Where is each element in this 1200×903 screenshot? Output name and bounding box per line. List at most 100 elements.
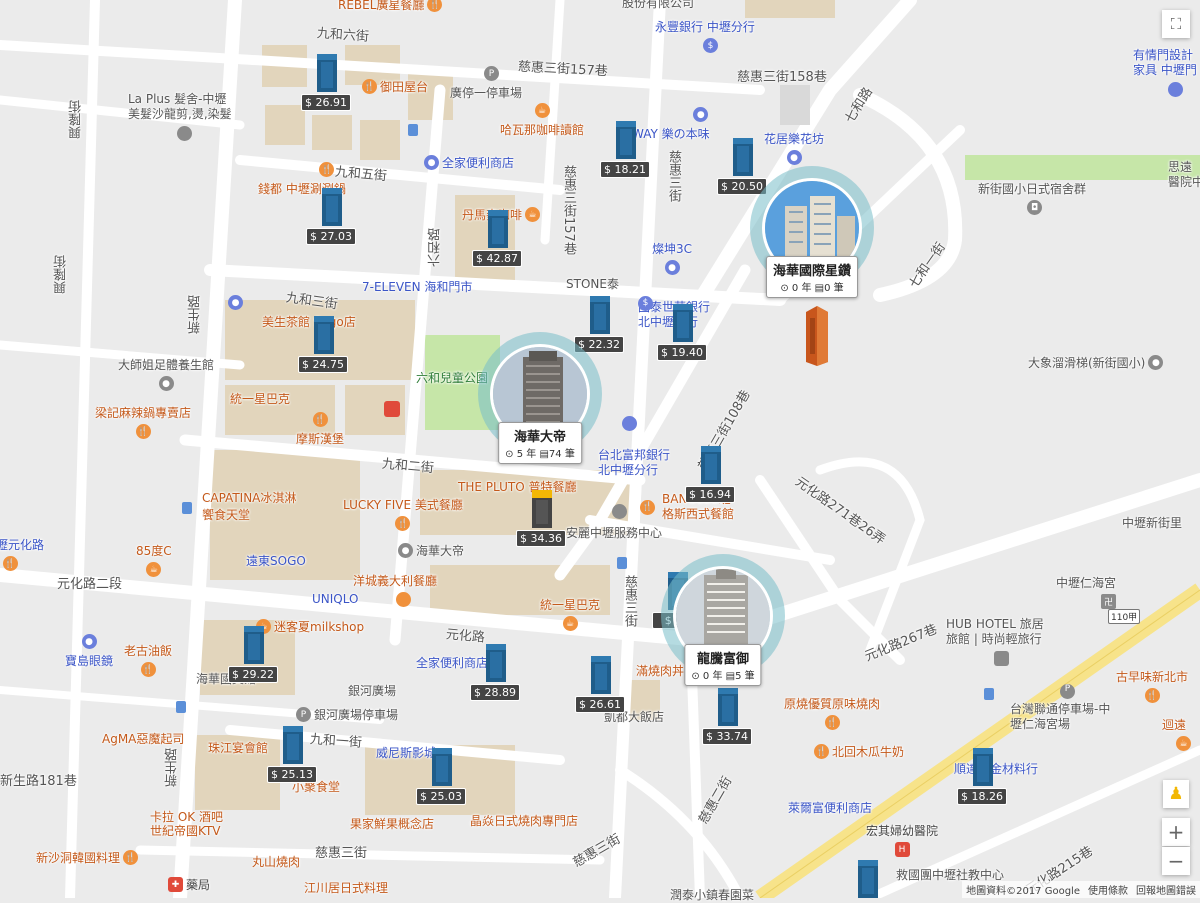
- document-icon: ▤: [539, 449, 549, 460]
- poi-convenience-store[interactable]: 萊爾富便利商店: [788, 799, 872, 816]
- fork-knife-icon: 🍴: [640, 500, 655, 515]
- poi-convenience-store[interactable]: 7-ELEVEN 海和門市: [362, 278, 472, 295]
- poi-hospital[interactable]: 宏其婦幼醫院 H: [866, 822, 938, 857]
- poi-store[interactable]: 花居樂花坊 ●: [764, 130, 824, 165]
- poi-convenience-store[interactable]: ● 全家便利商店: [424, 154, 514, 171]
- price-marker[interactable]: $ 33.74: [702, 686, 756, 750]
- poi-landmark[interactable]: 新街國小日式宿舍群 ◘: [978, 180, 1086, 215]
- price-marker[interactable]: $ 25.03: [416, 746, 470, 810]
- poi-restaurant[interactable]: 洋城義大利餐廳: [353, 572, 437, 589]
- poi-restaurant[interactable]: 🍴 北回木瓜牛奶: [814, 743, 904, 760]
- poi-place[interactable]: 潤泰小鎮春園菜: [670, 886, 754, 903]
- featured-listing[interactable]: 海華大帝 ⊙ 5 年 ▤74 筆: [478, 332, 602, 464]
- shopping-bag-icon: ●: [693, 107, 709, 122]
- poi-fruit-shop[interactable]: 果家鮮果概念店: [350, 815, 434, 832]
- price-marker[interactable]: $ 26.61: [575, 654, 629, 718]
- price-marker[interactable]: $ 26.91: [301, 52, 355, 116]
- poi-place[interactable]: 股份有限公司: [622, 0, 694, 11]
- poi-playground[interactable]: 大象溜滑梯(新街國小) ●: [1028, 354, 1164, 371]
- poi-district[interactable]: 中壢新街里: [1122, 514, 1182, 531]
- price-marker[interactable]: $ 19.40: [657, 302, 711, 366]
- poi-salon[interactable]: La Plus 髮舍-中壢 美髮沙龍剪,燙,染髮: [128, 92, 232, 122]
- listing-card[interactable]: 海華大帝 ⊙ 5 年 ▤74 筆: [498, 422, 582, 464]
- poi-bakery[interactable]: 85度C ☕: [136, 542, 172, 577]
- price-marker[interactable]: $ 25.13: [267, 724, 321, 788]
- street-view-pegman[interactable]: ♟: [1163, 780, 1189, 808]
- poi-bank[interactable]: 永豐銀行 中壢分行 $: [655, 18, 755, 53]
- poi-restaurant[interactable]: 🍴 御田屋台: [362, 78, 428, 95]
- poi-hospital[interactable]: 思遠 醫院中: [1168, 160, 1200, 190]
- poi-restaurant[interactable]: 新沙洞韓國料理 🍴: [36, 849, 139, 866]
- poi-parking[interactable]: 台灣聯通停車場-中 壢仁海宮場: [1010, 702, 1110, 732]
- building-marker[interactable]: [842, 858, 896, 898]
- poi-building[interactable]: ● 海華大帝: [398, 542, 464, 559]
- poi-spa[interactable]: 大師姐足體養生館 ●: [118, 356, 214, 391]
- price-marker[interactable]: $ 29.22: [228, 624, 282, 688]
- poi-restaurant[interactable]: LUCKY FIVE 美式餐廳 🍴: [343, 496, 463, 531]
- poi-restaurant[interactable]: 丸山燒肉: [252, 853, 300, 870]
- poi-cafe[interactable]: 統一星巴克 ☕: [540, 596, 600, 631]
- building-icon: [317, 54, 337, 92]
- fork-knife-icon: 🍴: [362, 79, 377, 94]
- poi-ktv[interactable]: 卡拉 OK 酒吧 世紀帝國KTV: [150, 810, 223, 838]
- poi-service-center[interactable]: 安麗中壢服務中心: [566, 524, 662, 541]
- poi-department-store[interactable]: 遠東SOGO: [246, 552, 306, 569]
- poi-optical-store[interactable]: ● 寶島眼鏡: [65, 634, 113, 669]
- poi-restaurant[interactable]: 原燒優質原味燒肉 🍴: [784, 695, 880, 730]
- poi-restaurant[interactable]: 老古油飯 🍴: [124, 642, 172, 677]
- poi-restaurant[interactable]: 古早味新北市 🍴: [1116, 668, 1188, 703]
- poi-restaurant[interactable]: 江川居日式料理: [304, 879, 388, 896]
- poi-ice-cream[interactable]: CAPATINA冰淇淋 饗食天堂: [202, 490, 296, 524]
- parking-icon: P: [1060, 684, 1075, 699]
- map-canvas[interactable]: 九和六街 慈惠三街157巷 慈惠三街158巷 七和路 九和五街 慈惠三街157巷…: [0, 0, 1200, 902]
- price-label: $ 42.87: [472, 250, 522, 267]
- poi-hotel[interactable]: HUB HOTEL 旅居 旅館 | 時尚輕旅行: [946, 617, 1044, 647]
- listing-card[interactable]: 海華國際星鑽 ⊙ 0 年 ▤0 筆: [765, 256, 859, 298]
- poi-place[interactable]: STONE泰: [566, 275, 619, 292]
- terms-link[interactable]: 使用條款: [1088, 882, 1128, 897]
- price-marker[interactable]: $ 16.94: [685, 444, 739, 508]
- poi-restaurant[interactable]: AgMA惡魔起司: [102, 730, 184, 747]
- listing-card[interactable]: 龍騰富御 ⊙ 0 年 ▤5 筆: [684, 644, 762, 686]
- poi-cafe[interactable]: 統一星巴克: [230, 390, 290, 407]
- featured-listing[interactable]: 龍騰富御 ⊙ 0 年 ▤5 筆: [661, 554, 785, 686]
- road-label: 新生路181巷: [0, 774, 77, 789]
- poi-parking[interactable]: P 銀河廣場停車場: [296, 706, 398, 723]
- poi-parking[interactable]: P 廣停一停車場: [450, 66, 522, 101]
- price-marker-selected[interactable]: $ 34.36: [516, 488, 570, 552]
- featured-building-icon[interactable]: [802, 304, 832, 368]
- clock-icon: ⊙: [691, 671, 700, 682]
- poi-restaurant[interactable]: 晶焱日式燒肉專門店: [470, 812, 578, 829]
- poi-place[interactable]: 壢元化路 🍴: [0, 536, 44, 571]
- poi-restaurant[interactable]: 梁記麻辣鍋專賣店 🍴: [95, 404, 191, 439]
- report-error-link[interactable]: 回報地圖錯誤: [1136, 882, 1196, 897]
- price-marker[interactable]: $ 27.03: [306, 186, 360, 250]
- poi-restaurant[interactable]: 🍴 摩斯漢堡: [296, 412, 344, 447]
- poi-cafe[interactable]: ☕ 哈瓦那咖啡讀館: [500, 103, 584, 138]
- poi-restaurant[interactable]: REBEL廣星餐廳 🍴: [338, 0, 443, 13]
- poi-temple[interactable]: 中壢仁海宮卍: [1056, 574, 1117, 609]
- price-marker[interactable]: $ 24.75: [298, 314, 352, 378]
- listing-age: 0 年: [791, 283, 812, 294]
- price-marker[interactable]: $ 28.89: [470, 642, 524, 706]
- poi-banquet-hall[interactable]: 珠江宴會館: [208, 739, 268, 756]
- price-marker[interactable]: $ 18.21: [600, 119, 654, 183]
- price-label: $ 24.75: [298, 356, 348, 373]
- poi-restaurant[interactable]: 滿燒肉丼: [636, 662, 684, 679]
- zoom-out-button[interactable]: −: [1162, 847, 1190, 875]
- price-marker[interactable]: $ 18.26: [957, 746, 1011, 810]
- poi-plaza[interactable]: 銀河廣場: [348, 682, 396, 699]
- poi-clothing-store[interactable]: UNIQLO: [312, 592, 358, 606]
- poi-bank[interactable]: 台北富邦銀行 北中壢分行: [598, 448, 670, 478]
- price-marker[interactable]: $ 42.87: [472, 208, 526, 272]
- poi-park[interactable]: 六和兒童公園: [416, 369, 488, 386]
- fork-knife-icon: [396, 592, 411, 607]
- poi-restaurant[interactable]: 迴遠 ☕: [1162, 716, 1191, 751]
- poi-store[interactable]: 有情門設計 家具 中壢門: [1133, 48, 1197, 78]
- zoom-in-button[interactable]: +: [1162, 818, 1190, 846]
- poi-pharmacy[interactable]: ✚ 藥局: [168, 876, 210, 893]
- shopping-bag-icon: [622, 416, 637, 431]
- poi-electronics[interactable]: 燦坤3C ●: [652, 240, 692, 275]
- featured-listing[interactable]: 海華國際星鑽 ⊙ 0 年 ▤0 筆: [750, 166, 874, 298]
- fullscreen-button[interactable]: ⛶: [1162, 10, 1190, 38]
